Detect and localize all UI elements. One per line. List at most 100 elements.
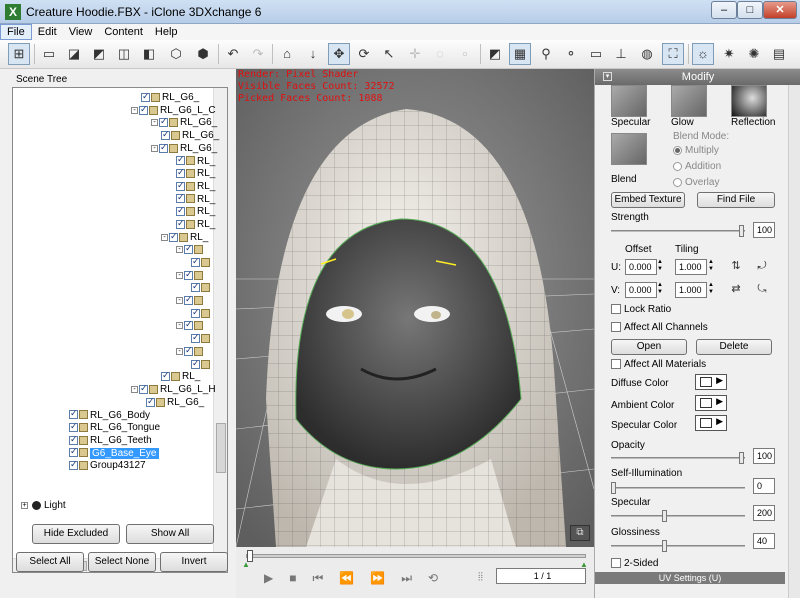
visibility-checkbox[interactable] [146, 395, 155, 408]
play-icon[interactable]: ▶ [264, 571, 289, 585]
self-illumination-slider[interactable] [611, 482, 745, 494]
menu-help[interactable]: Help [149, 25, 184, 39]
slider-knob[interactable] [739, 452, 744, 464]
specular-color-button[interactable]: ▶ [695, 415, 727, 431]
move-down-icon[interactable]: ↓ [302, 43, 324, 65]
menu-view[interactable]: View [63, 25, 99, 39]
tree-item[interactable]: RL_G6_Body [69, 407, 150, 422]
tree-item[interactable]: RL_G6_Teeth [69, 433, 152, 447]
modify-scrollbar[interactable] [788, 85, 800, 598]
visibility-checkbox[interactable] [191, 357, 200, 370]
next-key-icon[interactable]: ⏭ [401, 571, 428, 585]
affect-all-channels-checkbox[interactable]: Affect All Channels [611, 322, 708, 333]
reset-icon[interactable]: ▫ [454, 43, 476, 65]
u-tiling-spinner[interactable]: ▲ ▼ [708, 259, 714, 273]
u-offset-spinner[interactable]: ▲ ▼ [657, 259, 663, 273]
tree-item[interactable] [191, 255, 212, 269]
show-all-button[interactable]: Show All [126, 524, 214, 544]
visibility-checkbox[interactable] [69, 433, 78, 446]
viewport-layout-icon[interactable]: ⧉ [570, 525, 590, 541]
timeline-track[interactable] [246, 550, 586, 562]
3d-viewport[interactable]: Render: Pixel Shader Visible Faces Count… [236, 69, 594, 547]
tree-item[interactable] [191, 357, 212, 371]
export-2-icon[interactable]: ⬢ [192, 43, 214, 65]
visibility-checkbox[interactable] [139, 382, 148, 395]
expand-toggle-icon[interactable]: - [176, 347, 183, 355]
expand-toggle-icon[interactable]: - [131, 106, 138, 114]
uv-settings-header[interactable]: UV Settings (U) [595, 572, 785, 584]
expand-toggle-icon[interactable]: - [151, 119, 158, 127]
visibility-checkbox[interactable] [69, 407, 78, 420]
v-offset-field[interactable]: 0.000 [625, 282, 657, 298]
blend-mode-overlay[interactable]: Overlay [673, 177, 719, 188]
visibility-checkbox[interactable] [191, 306, 200, 319]
slider-knob[interactable] [739, 225, 744, 237]
forward-icon[interactable]: ⏩ [370, 571, 401, 585]
visibility-checkbox[interactable] [161, 128, 170, 141]
open-folder-icon[interactable]: ▭ [38, 43, 60, 65]
light-bulb-icon[interactable]: ☼ [692, 43, 714, 65]
find-file-button[interactable]: Find File [697, 192, 775, 208]
visibility-checkbox[interactable] [191, 280, 200, 293]
scrollbar-thumb[interactable] [216, 423, 226, 473]
flip-u-icon[interactable]: ⇅ [727, 257, 745, 275]
hide-excluded-button[interactable]: Hide Excluded [32, 524, 120, 544]
expand-toggle-icon[interactable]: - [131, 385, 138, 393]
slider-knob[interactable] [611, 482, 616, 494]
lock-ratio-checkbox[interactable]: Lock Ratio [611, 304, 671, 315]
light-icon[interactable]: ⚬ [560, 43, 582, 65]
blend-mode-addition[interactable]: Addition [673, 161, 721, 172]
u-offset-field[interactable]: 0.000 [625, 259, 657, 275]
expand-toggle-icon[interactable]: - [176, 322, 183, 330]
tree-item[interactable]: RL_G6_ [146, 395, 204, 409]
tree-item[interactable]: - RL_G6_L_C [131, 103, 216, 117]
minimize-button[interactable]: – [711, 1, 737, 19]
delete-button[interactable]: Delete [696, 339, 772, 355]
scene-tree[interactable]: +Light RL_G6_-RL_G6_L_C-RL_G6_RL_G6_-RL_… [12, 87, 228, 573]
visibility-checkbox[interactable] [139, 103, 148, 116]
undo-icon[interactable]: ↶ [222, 43, 244, 65]
grid-icon[interactable]: ▦ [509, 43, 531, 65]
picture-icon[interactable]: ▤ [768, 43, 790, 65]
export-icon[interactable]: ⬡ [165, 43, 187, 65]
select-none-button[interactable]: Select None [88, 552, 156, 572]
collapse-icon[interactable]: ▾ [603, 72, 612, 81]
flip-v-icon[interactable]: ⇄ [727, 280, 745, 298]
tree-item[interactable]: G6_Base_Eye [69, 445, 159, 460]
tree-item[interactable]: - [176, 293, 205, 307]
scene-tree-icon[interactable]: ⊞ [8, 43, 30, 65]
move-icon[interactable]: ✥ [328, 43, 350, 65]
prev-key-icon[interactable]: ⏮ [312, 571, 339, 585]
visibility-checkbox[interactable] [161, 369, 170, 382]
strength-value[interactable]: 100 [753, 222, 775, 238]
obj-icon[interactable]: ◧ [138, 43, 160, 65]
visibility-checkbox[interactable] [176, 153, 185, 166]
tree-item[interactable]: - RL_G6_ [151, 115, 217, 129]
maximize-button[interactable]: □ [737, 1, 763, 19]
snap-icon[interactable]: ✛ [404, 43, 426, 65]
visibility-checkbox[interactable] [184, 242, 193, 255]
ambient-color-button[interactable]: ▶ [695, 395, 727, 411]
tree-item[interactable]: RL_G6_ [141, 90, 199, 104]
spot-icon[interactable]: ✺ [743, 43, 765, 65]
wireframe-icon[interactable]: ◩ [484, 43, 506, 65]
rewind-icon[interactable]: ⏪ [339, 571, 370, 585]
glossiness-slider[interactable] [611, 540, 745, 552]
expand-toggle-icon[interactable]: - [176, 246, 183, 254]
tree-item[interactable]: RL_ [161, 369, 200, 383]
self-illumination-value[interactable]: 0 [753, 478, 775, 494]
fbx-icon[interactable]: ◩ [88, 43, 110, 65]
visibility-checkbox[interactable] [184, 268, 193, 281]
visibility-checkbox[interactable] [69, 458, 78, 471]
tree-item[interactable]: - [176, 242, 205, 256]
tree-item[interactable]: - [176, 344, 205, 358]
visibility-checkbox[interactable] [176, 217, 185, 230]
tree-item[interactable]: - [176, 318, 205, 333]
visibility-checkbox[interactable] [169, 230, 178, 243]
slider-knob[interactable] [662, 510, 668, 522]
visibility-checkbox[interactable] [176, 191, 185, 204]
rotate-u-icon[interactable]: ⤾ [753, 257, 771, 275]
visibility-checkbox[interactable] [159, 115, 168, 128]
visibility-checkbox[interactable] [176, 166, 185, 179]
expand-toggle-icon[interactable]: - [151, 144, 158, 152]
